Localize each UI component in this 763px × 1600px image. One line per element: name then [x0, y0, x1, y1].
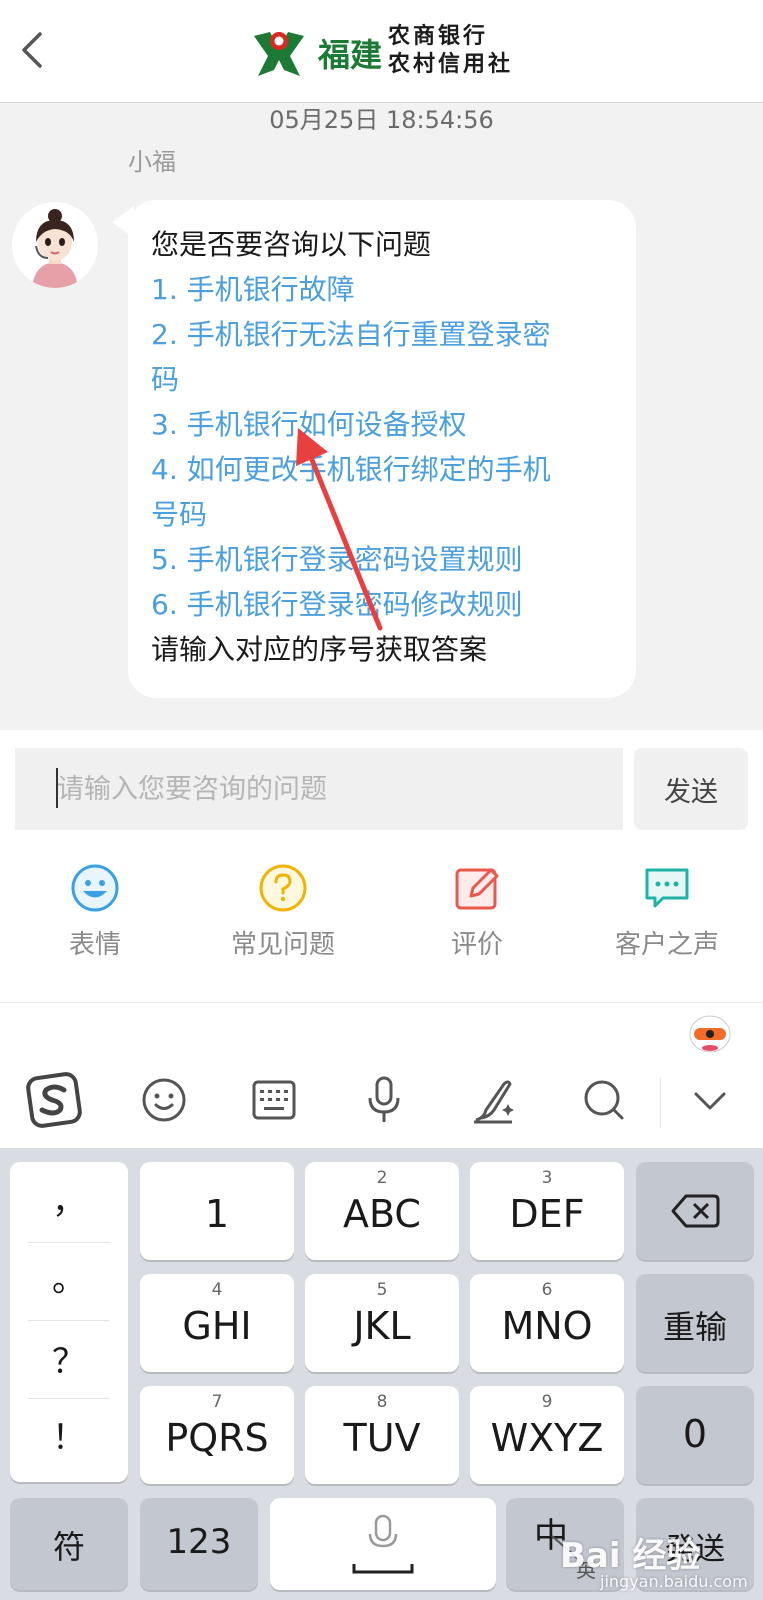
zero-key[interactable]: 0: [636, 1386, 754, 1484]
t9-key[interactable]: 3 DEF: [470, 1162, 624, 1260]
handwriting-icon[interactable]: [464, 1070, 524, 1130]
punct-separator: [28, 1242, 110, 1243]
emoji-action-label: 表情: [68, 930, 121, 960]
t9-key-letters: MNO: [501, 1304, 593, 1348]
search-icon[interactable]: [574, 1070, 634, 1130]
t9-key-letters: JKL: [353, 1304, 411, 1348]
t9-key[interactable]: 6 MNO: [470, 1274, 624, 1372]
t9-key-number: 3: [541, 1168, 553, 1188]
faq-action[interactable]: 常见问题: [208, 862, 358, 961]
sogou-logo-icon[interactable]: [24, 1070, 84, 1130]
numbers-key[interactable]: 123: [140, 1498, 258, 1590]
t9-key[interactable]: 9 WXYZ: [470, 1386, 624, 1484]
text-caret: [56, 768, 58, 808]
logo-sub-line2: 农村信用社: [388, 51, 514, 77]
symbols-key[interactable]: 符: [10, 1498, 128, 1590]
avatar-icon: [12, 202, 98, 288]
backspace-key[interactable]: [636, 1162, 754, 1260]
app-header: 福建 农商银行 农村信用社: [0, 0, 763, 103]
t9-key-number: 7: [211, 1392, 223, 1412]
emoji-icon[interactable]: [134, 1070, 194, 1130]
mascot-icon[interactable]: [682, 1008, 738, 1056]
backspace-icon: [671, 1194, 720, 1228]
microphone-icon[interactable]: [354, 1070, 414, 1130]
bot-avatar: [12, 202, 98, 288]
space-mic-icon: [352, 1514, 414, 1574]
t9-key-number: 6: [541, 1280, 553, 1300]
chat-bubble-icon: [645, 868, 689, 908]
punct-separator: [28, 1320, 110, 1321]
t9-key[interactable]: 7 PQRS: [140, 1386, 294, 1484]
watermark-url: jingyan.baidu.com: [600, 1572, 748, 1591]
smiley-icon: [71, 864, 119, 912]
t9-key-letters: WXYZ: [490, 1416, 604, 1460]
reinput-key[interactable]: 重输: [636, 1274, 754, 1372]
watermark-text: Bai 经验: [560, 1536, 701, 1576]
message-input[interactable]: [15, 748, 623, 830]
reinput-label: 重输: [662, 1308, 727, 1346]
t9-key-number: 9: [541, 1392, 553, 1412]
faq-option-link[interactable]: 2. 手机银行无法自行重置登录密: [151, 312, 621, 357]
t9-key-number: 4: [211, 1280, 223, 1300]
t9-key-letters: TUV: [343, 1416, 421, 1460]
bank-logo-icon: [254, 32, 304, 76]
back-arrow-icon[interactable]: [14, 28, 50, 72]
t9-key-number: 8: [376, 1392, 388, 1412]
toolbar-divider: [660, 1078, 661, 1128]
t9-key[interactable]: 1: [140, 1162, 294, 1260]
logo-main-text: 福建: [318, 36, 383, 74]
logo-sub-text: 农商银行 农村信用社: [388, 22, 513, 78]
annotation-arrow-icon: [296, 428, 383, 631]
t9-key-letters: DEF: [509, 1192, 585, 1236]
t9-key[interactable]: 2 ABC: [305, 1162, 459, 1260]
faq-action-label: 常见问题: [230, 930, 335, 960]
feedback-action[interactable]: 客户之声: [592, 862, 742, 961]
t9-key-letters: GHI: [182, 1304, 252, 1348]
emoji-action[interactable]: 表情: [20, 862, 170, 961]
zero-label: 0: [682, 1412, 708, 1456]
t9-key[interactable]: 5 JKL: [305, 1274, 459, 1372]
send-button[interactable]: 发送: [634, 748, 748, 830]
punct-period-key[interactable]: 。: [10, 1252, 128, 1301]
message-text: 您是否要咨询以下问题: [151, 228, 432, 261]
question-circle-icon: [259, 864, 307, 912]
punct-comma-key[interactable]: ，: [10, 1174, 128, 1223]
symbols-label: 符: [52, 1528, 85, 1566]
sender-name: 小福: [128, 148, 176, 176]
feedback-action-label: 客户之声: [614, 930, 719, 960]
message-timestamp: 05月25日 18:54:56: [269, 106, 494, 134]
rate-action-label: 评价: [450, 930, 503, 960]
edit-icon: [455, 868, 499, 910]
logo-sub-line1: 农商银行: [388, 23, 489, 49]
punct-separator: [28, 1398, 110, 1399]
t9-key-letters: 1: [204, 1192, 230, 1236]
faq-option-link[interactable]: 1. 手机银行故障: [151, 267, 621, 312]
t9-key[interactable]: 4 GHI: [140, 1274, 294, 1372]
numbers-label: 123: [166, 1522, 232, 1562]
rate-action[interactable]: 评价: [402, 862, 552, 961]
t9-key-letters: PQRS: [165, 1416, 269, 1460]
t9-key-number: 2: [376, 1168, 388, 1188]
t9-key[interactable]: 8 TUV: [305, 1386, 459, 1484]
punct-question-key[interactable]: ？: [10, 1334, 128, 1383]
space-key[interactable]: [270, 1498, 496, 1590]
collapse-icon[interactable]: [680, 1070, 740, 1130]
keyboard-icon[interactable]: [244, 1070, 304, 1130]
t9-key-number: 5: [376, 1280, 388, 1300]
t9-key-letters: ABC: [343, 1192, 421, 1236]
punct-exclaim-key[interactable]: ！: [10, 1410, 128, 1459]
faq-option-link[interactable]: 码: [151, 357, 621, 402]
